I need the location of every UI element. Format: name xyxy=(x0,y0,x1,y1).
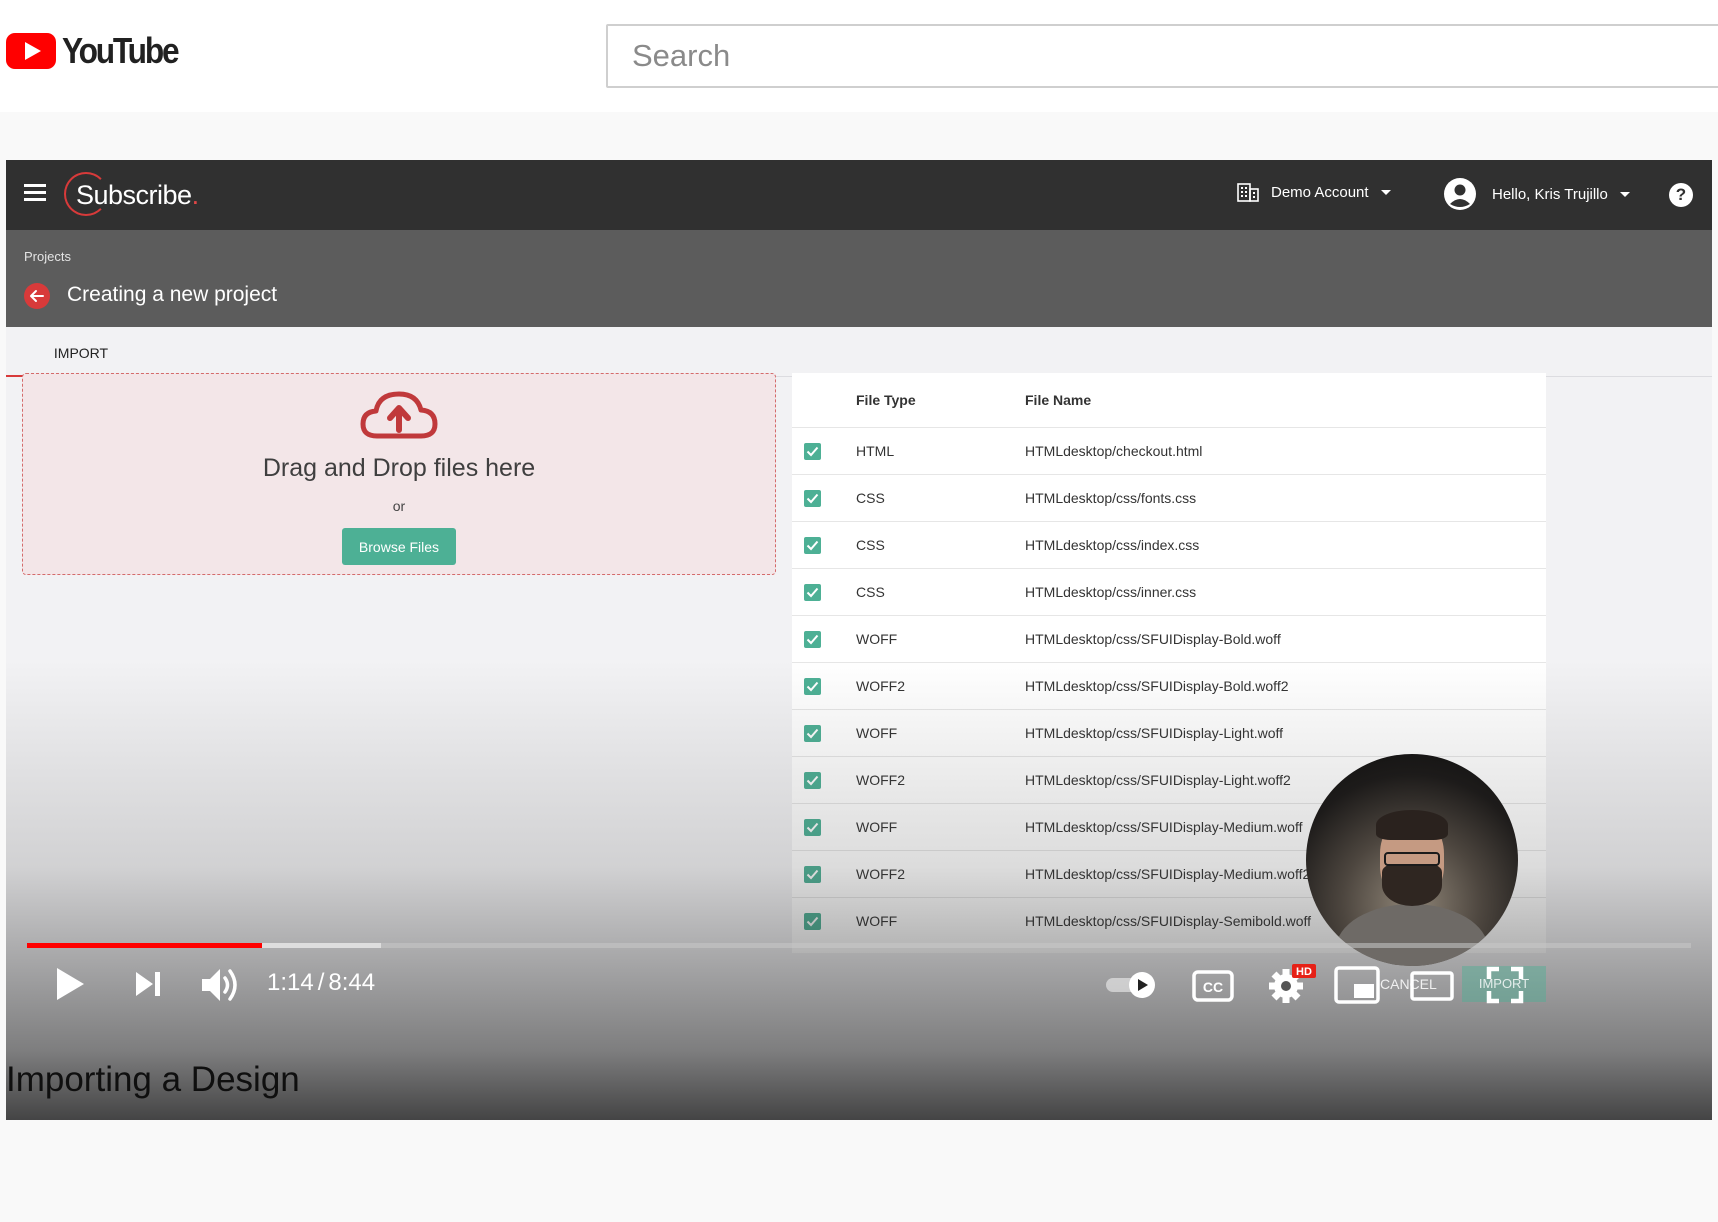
next-icon[interactable] xyxy=(134,970,162,998)
table-row[interactable]: WOFF HTMLdesktop/css/SFUIDisplay-Bold.wof… xyxy=(792,615,1546,662)
table-header: File Type File Name xyxy=(792,373,1546,427)
file-type-cell: HTML xyxy=(856,443,895,459)
file-name-cell: HTMLdesktop/css/inner.css xyxy=(1025,584,1197,600)
file-type-cell: CSS xyxy=(856,537,885,553)
file-name-cell: HTMLdesktop/checkout.html xyxy=(1025,443,1203,459)
search-input[interactable] xyxy=(606,24,1718,88)
browse-files-button[interactable]: Browse Files xyxy=(342,528,456,565)
current-time: 1:14 xyxy=(267,969,314,996)
checkbox-checked-icon[interactable] xyxy=(804,678,821,695)
user-menu[interactable]: Hello, Kris Trujillo xyxy=(1442,176,1630,212)
column-file-type[interactable]: File Type xyxy=(856,392,916,408)
checkbox-checked-icon[interactable] xyxy=(804,584,821,601)
file-dropzone[interactable]: Drag and Drop files here or Browse Files xyxy=(22,373,776,575)
checkbox-checked-icon[interactable] xyxy=(804,913,821,930)
file-type-cell: WOFF xyxy=(856,631,898,647)
youtube-play-icon xyxy=(6,33,56,69)
autoplay-toggle-icon[interactable] xyxy=(1104,970,1160,1000)
file-type-cell: WOFF2 xyxy=(856,678,905,694)
progress-played xyxy=(27,943,262,948)
cloud-upload-icon xyxy=(360,391,438,439)
file-name-cell: HTMLdesktop/css/fonts.css xyxy=(1025,490,1197,506)
file-type-cell: WOFF xyxy=(856,913,898,929)
account-switcher[interactable]: Demo Account xyxy=(1237,182,1391,202)
table-row[interactable]: WOFF2 HTMLdesktop/css/SFUIDisplay-Bold.wo… xyxy=(792,662,1546,709)
checkbox-checked-icon[interactable] xyxy=(804,819,821,836)
back-arrow-icon[interactable] xyxy=(24,283,50,309)
youtube-logo-text: YouTube xyxy=(62,30,180,71)
file-name-cell: HTMLdesktop/css/SFUIDisplay-Semibold.wof… xyxy=(1025,913,1312,929)
table-row[interactable]: WOFF HTMLdesktop/css/SFUIDisplay-Light.wo… xyxy=(792,709,1546,756)
file-type-cell: WOFF xyxy=(856,819,898,835)
video-title: Importing a Design xyxy=(6,1060,300,1099)
time-display: 1:14/8:44 xyxy=(267,969,375,997)
time-separator: / xyxy=(317,969,325,996)
app-logo[interactable]: Subscribe. xyxy=(64,172,214,218)
captions-label: CC xyxy=(1203,979,1223,995)
miniplayer-icon[interactable] xyxy=(1334,966,1380,1006)
video-player[interactable]: Subscribe. Demo Account Hello, Kris Truj… xyxy=(6,160,1712,1120)
checkbox-checked-icon[interactable] xyxy=(804,772,821,789)
app-header: Subscribe. Demo Account Hello, Kris Truj… xyxy=(6,160,1712,230)
page-title: Creating a new project xyxy=(67,283,278,306)
user-greeting: Hello, Kris Trujillo xyxy=(1492,185,1608,203)
captions-icon[interactable]: CC xyxy=(1192,970,1234,1002)
dropzone-or: or xyxy=(392,498,406,514)
dropzone-title: Drag and Drop files here xyxy=(262,454,536,482)
file-type-cell: WOFF2 xyxy=(856,866,905,882)
checkbox-checked-icon[interactable] xyxy=(804,443,821,460)
account-label: Demo Account xyxy=(1271,183,1369,201)
caret-down-icon xyxy=(1380,189,1391,195)
brand-dot: . xyxy=(191,180,200,210)
file-name-cell: HTMLdesktop/css/SFUIDisplay-Bold.woff xyxy=(1025,631,1281,647)
fullscreen-icon[interactable] xyxy=(1486,966,1524,1004)
table-row[interactable]: CSS HTMLdesktop/css/fonts.css xyxy=(792,474,1546,521)
building-icon xyxy=(1237,183,1259,202)
table-row[interactable]: CSS HTMLdesktop/css/index.css xyxy=(792,521,1546,568)
file-name-cell: HTMLdesktop/css/SFUIDisplay-Light.woff xyxy=(1025,725,1284,741)
file-name-cell: HTMLdesktop/css/index.css xyxy=(1025,537,1200,553)
file-type-cell: WOFF2 xyxy=(856,772,905,788)
play-icon[interactable] xyxy=(54,966,86,1002)
duration: 8:44 xyxy=(328,969,376,996)
file-name-cell: HTMLdesktop/css/SFUIDisplay-Light.woff2 xyxy=(1025,772,1291,788)
hamburger-icon[interactable] xyxy=(24,184,46,202)
file-name-cell: HTMLdesktop/css/SFUIDisplay-Medium.woff xyxy=(1025,819,1303,835)
youtube-masthead: YouTube xyxy=(0,0,1718,112)
file-type-cell: CSS xyxy=(856,584,885,600)
file-type-cell: WOFF xyxy=(856,725,898,741)
checkbox-checked-icon[interactable] xyxy=(804,490,821,507)
tab-bar: IMPORT xyxy=(6,327,1712,377)
webcam-overlay xyxy=(1306,754,1518,966)
account-circle-icon xyxy=(1444,178,1476,210)
table-row[interactable]: CSS HTMLdesktop/css/inner.css xyxy=(792,568,1546,615)
theater-icon[interactable] xyxy=(1410,969,1454,1003)
brand-name: Subscribe xyxy=(76,180,192,210)
tab-import[interactable]: IMPORT xyxy=(6,327,156,377)
checkbox-checked-icon[interactable] xyxy=(804,866,821,883)
checkbox-checked-icon[interactable] xyxy=(804,631,821,648)
checkbox-checked-icon[interactable] xyxy=(804,537,821,554)
table-row[interactable]: HTML HTMLdesktop/checkout.html xyxy=(792,427,1546,474)
file-name-cell: HTMLdesktop/css/SFUIDisplay-Medium.woff2 xyxy=(1025,866,1311,882)
volume-icon[interactable] xyxy=(200,965,244,1005)
settings-icon[interactable]: HD xyxy=(1266,964,1320,1004)
checkbox-checked-icon[interactable] xyxy=(804,725,821,742)
caret-down-icon xyxy=(1619,191,1630,197)
help-icon[interactable]: ? xyxy=(1669,183,1693,207)
youtube-logo[interactable]: YouTube xyxy=(6,30,193,72)
page-header: Projects Creating a new project xyxy=(6,230,1712,327)
hd-badge: HD xyxy=(1296,966,1312,978)
file-name-cell: HTMLdesktop/css/SFUIDisplay-Bold.woff2 xyxy=(1025,678,1289,694)
file-type-cell: CSS xyxy=(856,490,885,506)
breadcrumb[interactable]: Projects xyxy=(24,249,71,264)
column-file-name[interactable]: File Name xyxy=(1025,392,1091,408)
